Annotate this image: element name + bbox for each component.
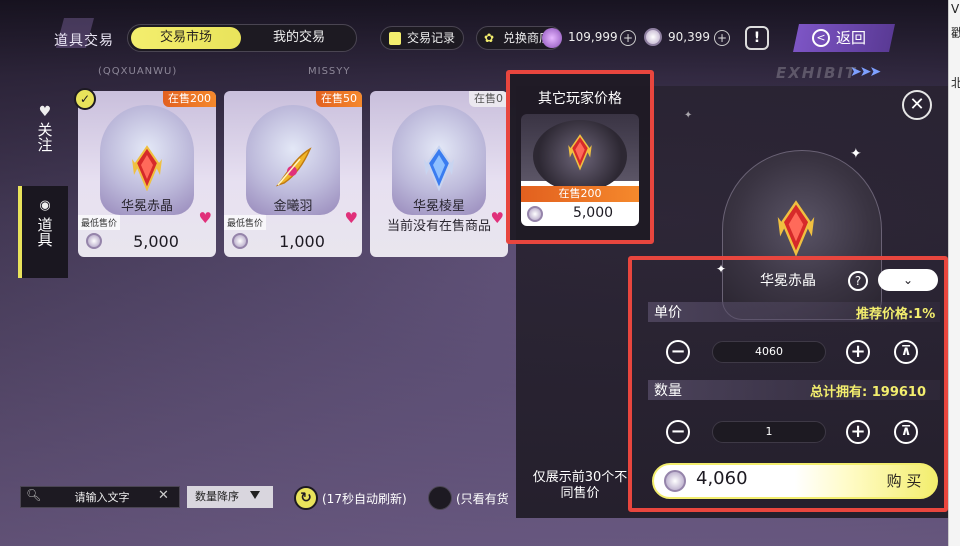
unit-price-label: 单价 bbox=[654, 305, 682, 321]
exhibit-arrows-icon: ➤➤➤ bbox=[850, 64, 881, 80]
search-icon: 🔍︎ bbox=[26, 488, 42, 502]
sparkle-icon: ✦ bbox=[684, 110, 693, 121]
quantity-increase-button[interactable]: + bbox=[846, 420, 870, 444]
coin-icon bbox=[86, 233, 102, 249]
blue-star-crystal-icon bbox=[424, 145, 454, 191]
stock-badge: 在售200 bbox=[163, 91, 216, 107]
quantity-label: 数量 bbox=[654, 383, 682, 399]
subtitle-right: MISSYY bbox=[308, 66, 351, 77]
unit-price-input[interactable]: 4060 bbox=[712, 341, 826, 363]
item-card-jinxiyu[interactable]: 在售50 金曦羽 最低售价 1,000 ♥ bbox=[224, 91, 362, 257]
exhibit-watermark: EXHIBIT bbox=[776, 64, 858, 82]
game-screen: 道具交易 交易市场 我的交易 交易记录 ✿ 兑换商店 109,999 + 90,… bbox=[0, 0, 948, 546]
trade-record-button[interactable]: 交易记录 bbox=[380, 26, 464, 50]
coin-currency-icon bbox=[644, 28, 662, 46]
item-card-huamian-chijing[interactable]: 在售200 华冕赤晶 最低售价 5,000 ♥ bbox=[78, 91, 216, 257]
buy-button[interactable]: 购 买 bbox=[874, 468, 934, 494]
gem-currency-amount: 109,999 bbox=[568, 30, 618, 44]
min-price-label: 最低售价 bbox=[78, 215, 121, 230]
record-icon bbox=[389, 32, 401, 45]
unit-price-increase-button[interactable]: + bbox=[846, 340, 870, 364]
heart-icon: ♥ bbox=[38, 104, 52, 120]
expand-dropdown-button[interactable]: ⌄ bbox=[878, 269, 938, 291]
other-player-listing[interactable]: 在售200 5,000 bbox=[521, 114, 639, 226]
adjacent-window-text: 戳 bbox=[951, 26, 960, 40]
quantity-decrease-button[interactable]: − bbox=[666, 420, 690, 444]
purchase-total: 4,060 bbox=[696, 468, 748, 489]
quantity-input[interactable]: 1 bbox=[712, 421, 826, 443]
gem-currency-icon bbox=[542, 28, 562, 48]
stock-badge: 在售50 bbox=[316, 91, 362, 107]
red-crystal-icon bbox=[568, 134, 592, 171]
favorite-heart-icon[interactable]: ♥ bbox=[491, 209, 504, 227]
sidebar-tab-items[interactable]: ◉ 道具 bbox=[18, 186, 68, 278]
item-name: 金曦羽 bbox=[273, 199, 313, 214]
sparkle-icon: ✦ bbox=[850, 146, 862, 162]
coin-icon bbox=[232, 233, 248, 249]
favorite-heart-icon[interactable]: ♥ bbox=[345, 209, 358, 227]
item-name: 华冕赤晶 bbox=[120, 199, 173, 214]
dropdown-arrow-icon bbox=[250, 491, 260, 499]
gift-icon: ✿ bbox=[484, 31, 495, 45]
golden-feather-icon bbox=[275, 147, 312, 187]
item-icon: ◉ bbox=[39, 198, 51, 213]
no-sale-notice: 当前没有在售商品 bbox=[386, 219, 491, 234]
sidebar-tab-items-label: 道具 bbox=[35, 217, 54, 247]
in-stock-label: (只看有货 bbox=[456, 492, 509, 506]
help-button[interactable]: ? bbox=[848, 271, 868, 291]
add-coin-currency-button[interactable]: + bbox=[714, 30, 730, 46]
item-card-huamian-lengxing[interactable]: 在售0 华冕棱星 当前没有在售商品 ♥ bbox=[370, 91, 508, 257]
in-stock-toggle[interactable] bbox=[428, 486, 452, 510]
tab-trade-market[interactable]: 交易市场 bbox=[131, 27, 241, 49]
item-name: 华冕棱星 bbox=[412, 199, 465, 214]
other-players-price-title: 其它玩家价格 bbox=[538, 91, 622, 107]
trade-record-label: 交易记录 bbox=[407, 31, 456, 45]
red-crystal-large-icon bbox=[777, 200, 815, 256]
adjacent-window-text: 北 bbox=[951, 76, 960, 90]
unit-price-decrease-button[interactable]: − bbox=[666, 340, 690, 364]
selected-item-name: 华冕赤晶 bbox=[760, 273, 816, 289]
alert-button[interactable]: ! bbox=[745, 26, 769, 50]
stock-badge: 在售0 bbox=[469, 91, 508, 107]
coin-currency-amount: 90,399 bbox=[668, 30, 710, 44]
close-button[interactable]: ✕ bbox=[902, 90, 932, 120]
clear-icon[interactable]: ✕ bbox=[158, 488, 169, 503]
adjacent-window-text: V bbox=[951, 2, 960, 16]
search-input[interactable] bbox=[50, 487, 154, 507]
recommended-price: 推荐价格:1% bbox=[856, 307, 936, 322]
sidebar-tab-follow[interactable]: ♥ 关注 bbox=[28, 104, 62, 178]
tab-my-trades[interactable]: 我的交易 bbox=[246, 27, 352, 49]
auto-refresh-label: (17秒自动刷新) bbox=[322, 492, 407, 506]
refresh-icon[interactable]: ↻ bbox=[294, 486, 318, 510]
min-price-label: 最低售价 bbox=[224, 215, 267, 230]
unit-price-max-button[interactable]: ⊼ bbox=[894, 340, 918, 364]
listing-stock: 在售200 bbox=[521, 186, 639, 202]
listing-price: 5,000 bbox=[572, 205, 614, 221]
red-crystal-icon bbox=[132, 145, 162, 191]
quantity-max-button[interactable]: ⊼ bbox=[894, 420, 918, 444]
coin-icon bbox=[527, 206, 543, 222]
listing-limit-note: 仅展示前30个不同售价 bbox=[532, 470, 628, 501]
page-title: 道具交易 bbox=[54, 33, 114, 49]
total-owned: 总计拥有: 199610 bbox=[810, 385, 926, 400]
back-button-label: 返回 bbox=[836, 29, 867, 47]
selected-check-icon: ✓ bbox=[74, 88, 96, 110]
item-price: 1,000 bbox=[279, 232, 325, 251]
item-price: 5,000 bbox=[133, 232, 179, 251]
coin-icon bbox=[664, 470, 686, 492]
subtitle-left: (QQXUANWU) bbox=[98, 66, 178, 77]
back-arrow-icon: < bbox=[812, 29, 830, 47]
sort-dropdown[interactable]: 数量降序 bbox=[187, 486, 273, 508]
add-gem-currency-button[interactable]: + bbox=[620, 30, 636, 46]
favorite-heart-icon[interactable]: ♥ bbox=[199, 209, 212, 227]
adjacent-window-edge: V 戳 北 bbox=[948, 0, 960, 546]
sidebar-tab-follow-label: 关注 bbox=[35, 122, 54, 152]
